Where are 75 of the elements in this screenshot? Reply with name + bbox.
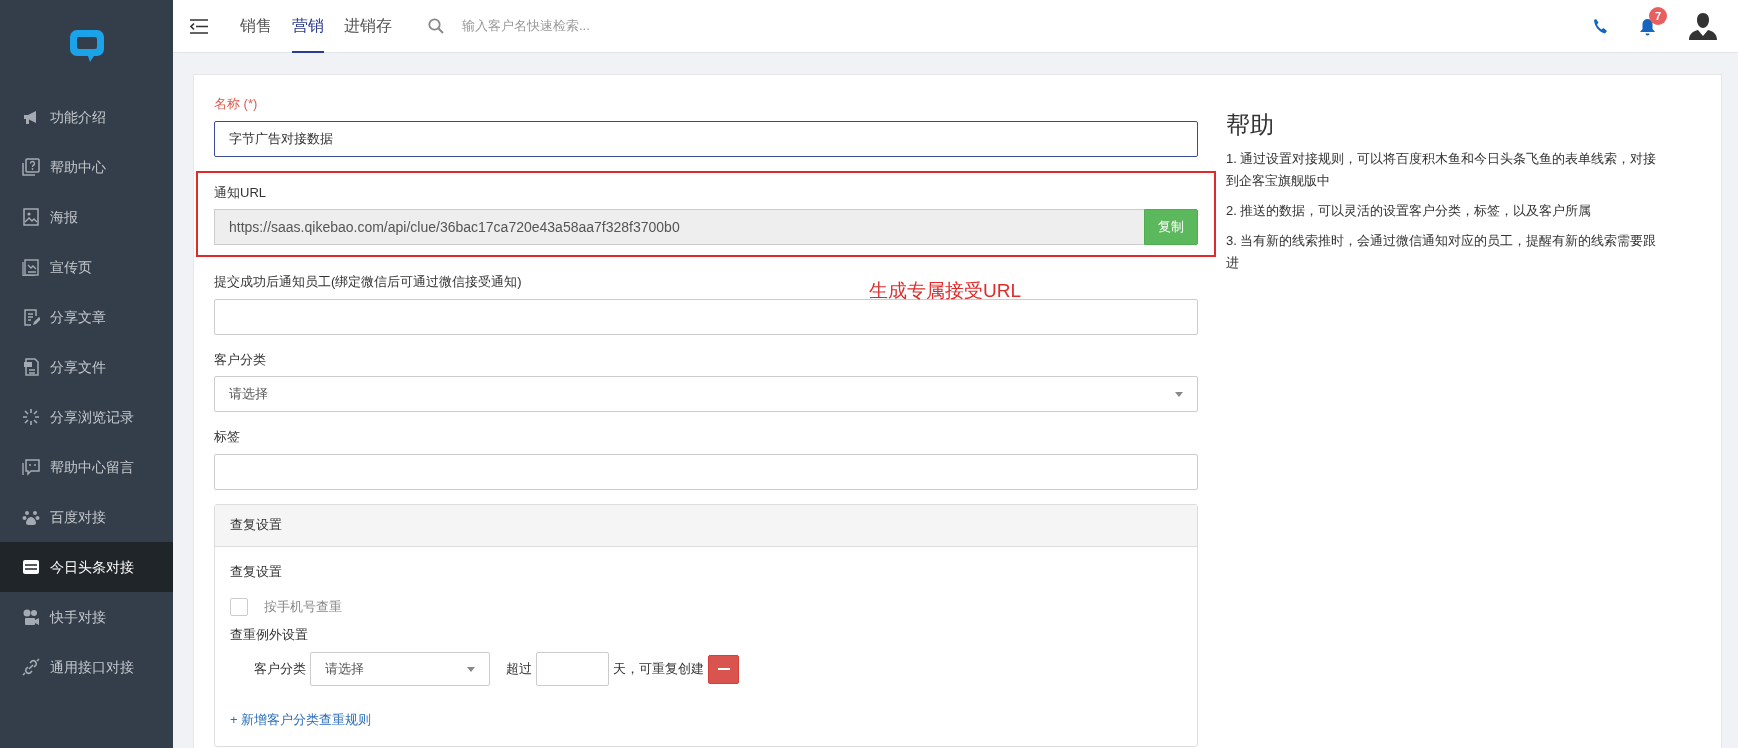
- sidebar-item[interactable]: 今日头条对接: [0, 542, 173, 592]
- days-field[interactable]: [536, 652, 609, 686]
- minus-icon: [717, 668, 730, 670]
- nav-tab[interactable]: 进销存: [344, 0, 392, 53]
- newspaper-icon: [22, 558, 40, 576]
- section-label: 查重例外设置: [230, 625, 309, 644]
- help-title: 帮助: [1226, 111, 1275, 140]
- staff-field[interactable]: [214, 298, 1198, 335]
- sidebar-item-label: 分享文件: [50, 357, 106, 377]
- checkbox[interactable]: [230, 597, 248, 616]
- add-rule-link[interactable]: + 新增客户分类查重规则: [230, 710, 372, 730]
- sidebar-item[interactable]: 海报: [0, 192, 173, 242]
- field-label: 超过: [506, 660, 532, 679]
- field-label: 客户分类: [214, 350, 266, 369]
- sidebar-item-label: 今日头条对接: [50, 557, 134, 577]
- annotation-text: 生成专属接受URL: [869, 279, 1021, 303]
- field-label: 天，可重复创建: [613, 660, 704, 679]
- field-label: 标签: [214, 428, 240, 446]
- sidebar-item-label: 分享浏览记录: [50, 407, 134, 427]
- sidebar-item[interactable]: 分享文件: [0, 342, 173, 392]
- sidebar-item[interactable]: 快手对接: [0, 592, 173, 642]
- sidebar-item[interactable]: 百度对接: [0, 492, 173, 542]
- sidebar-item-label: 分享文章: [50, 307, 106, 327]
- field-label: 客户分类: [254, 660, 306, 679]
- name-field[interactable]: 字节广告对接数据: [214, 120, 1198, 157]
- sidebar-item[interactable]: 通用接口对接: [0, 642, 173, 692]
- nav-tab[interactable]: 销售: [240, 0, 272, 53]
- sidebar-item-label: 帮助中心: [50, 157, 106, 177]
- phone-icon[interactable]: [1593, 18, 1607, 34]
- help-paragraph: 3. 当有新的线索推时，会通过微信通知对应的员工，提醒有新的线索需要跟进: [1226, 231, 1658, 272]
- category-select[interactable]: 请选择: [310, 652, 490, 686]
- help-paragraph: 2. 推送的数据，可以灵活的设置客户分类，标签，以及客户所属: [1226, 201, 1593, 220]
- sidebar-item-label: 宣传页: [50, 257, 92, 277]
- question-icon: [22, 158, 40, 176]
- sidebar-item[interactable]: 帮助中心: [0, 142, 173, 192]
- panel-title: 查复设置: [215, 504, 1197, 547]
- camera-icon: [22, 608, 40, 626]
- sidebar-item-label: 海报: [50, 207, 78, 227]
- section-label: 查复设置: [230, 562, 283, 581]
- chat-icon: [22, 458, 40, 476]
- category-select[interactable]: 请选择: [214, 376, 1198, 412]
- sidebar-item[interactable]: 宣传页: [0, 242, 173, 292]
- search-icon[interactable]: [428, 18, 444, 34]
- burst-icon: [22, 408, 40, 426]
- caret-icon: [467, 666, 475, 672]
- image-icon: [22, 208, 40, 226]
- notification-badge: 7: [1649, 6, 1668, 25]
- field-label: 通知URL: [214, 183, 266, 202]
- logo-icon: [67, 28, 106, 64]
- nav-tab[interactable]: 营销: [292, 0, 324, 53]
- sidebar-item-label: 快手对接: [50, 607, 106, 627]
- field-label: 提交成功后通知员工(绑定微信后可通过微信接受通知): [214, 273, 522, 291]
- menu-collapse-icon[interactable]: [190, 18, 208, 34]
- file-icon: [22, 358, 40, 376]
- sidebar-item-label: 通用接口对接: [50, 657, 134, 677]
- link-icon: [22, 658, 40, 676]
- sidebar-item[interactable]: 分享文章: [0, 292, 173, 342]
- sidebar-item-label: 功能介绍: [50, 107, 106, 127]
- tags-field[interactable]: [214, 453, 1198, 490]
- url-field[interactable]: https://saas.qikebao.com/api/clue/36bac17ca720e43a58aa7f328f3700b0: [214, 209, 1144, 245]
- user-avatar-icon[interactable]: [1688, 12, 1718, 40]
- caret-icon: [1175, 391, 1183, 397]
- page-icon: [22, 258, 40, 276]
- help-paragraph: 1. 通过设置对接规则，可以将百度积木鱼和今日头条飞鱼的表单线索，对接到企客宝旗舰版中: [1226, 149, 1658, 190]
- field-label: 名称 (*): [214, 95, 258, 113]
- checkbox-label: 按手机号查重: [264, 598, 342, 616]
- sidebar-item[interactable]: 帮助中心留言: [0, 442, 173, 492]
- paw-icon: [22, 508, 40, 526]
- sidebar-item-label: 百度对接: [50, 507, 106, 527]
- remove-button[interactable]: [708, 654, 739, 684]
- sidebar-item[interactable]: 分享浏览记录: [0, 392, 173, 442]
- bell-icon[interactable]: [1639, 17, 1656, 36]
- sidebar-item[interactable]: 功能介绍: [0, 92, 173, 142]
- document-edit-icon: [22, 308, 40, 326]
- sidebar-item-label: 帮助中心留言: [50, 457, 134, 477]
